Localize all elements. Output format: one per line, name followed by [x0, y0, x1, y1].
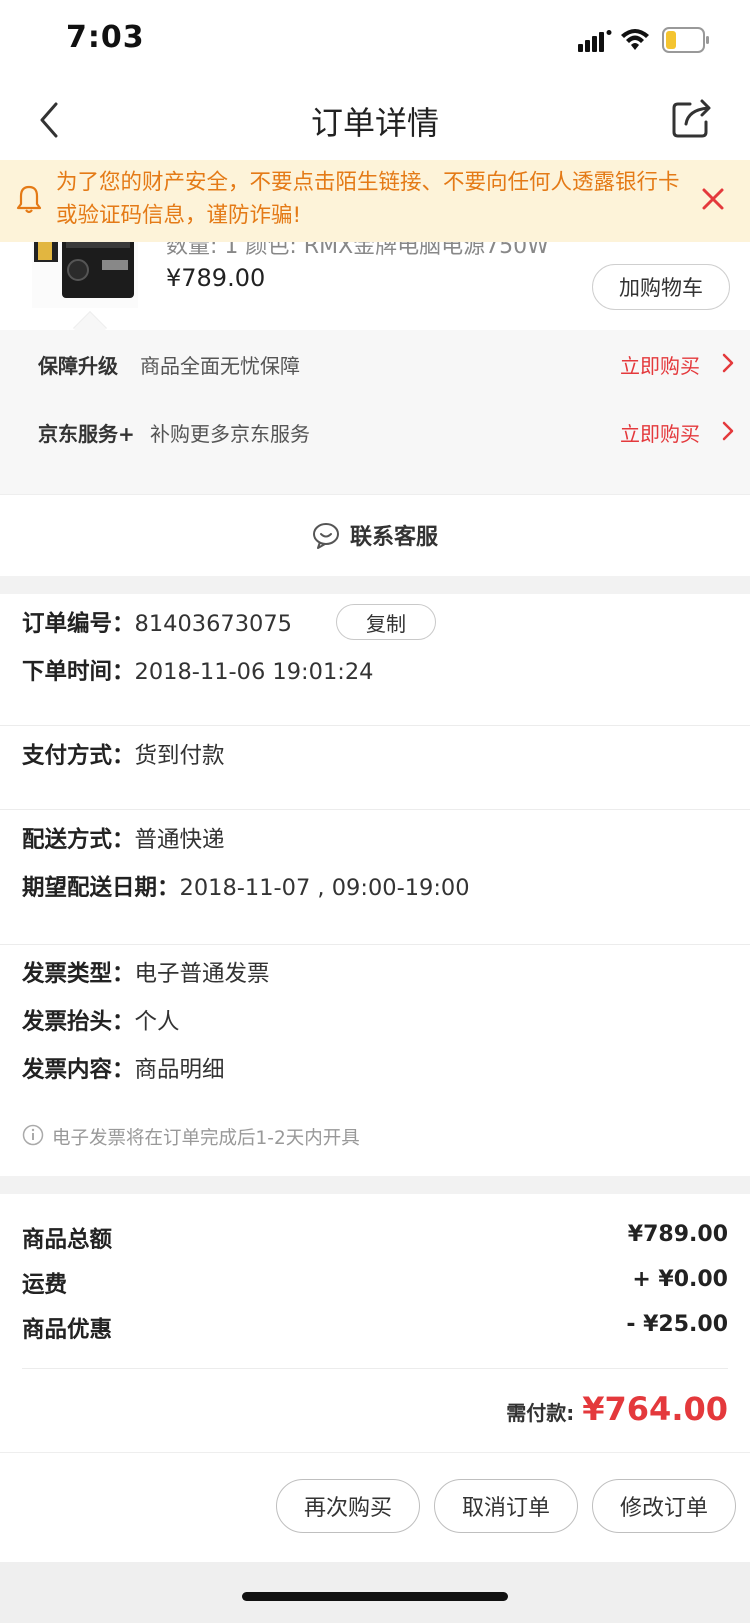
- nav-bar: 订单详情: [0, 80, 750, 160]
- goods-total-label: 商品总额: [22, 1227, 113, 1253]
- freight-label: 运费: [22, 1272, 68, 1298]
- invoice-title-value: 个人: [134, 1009, 180, 1035]
- invoice-title-row: 发票抬头：个人: [22, 1004, 180, 1036]
- close-icon[interactable]: [700, 186, 726, 212]
- amount-due-value: ¥764.00: [582, 1390, 728, 1428]
- chevron-right-icon: [722, 421, 734, 441]
- order-time-value: 2018-11-06 19:01:24: [134, 659, 374, 685]
- chevron-right-icon: [722, 353, 734, 373]
- shipping-method-row: 配送方式：普通快递: [22, 822, 225, 854]
- invoice-content-value: 商品明细: [134, 1057, 225, 1083]
- divider: [0, 809, 750, 810]
- shipping-method-value: 普通快递: [134, 827, 225, 853]
- divider: [22, 1368, 728, 1369]
- contact-service-label: 联系客服: [349, 525, 438, 550]
- order-number-value: 81403673075: [134, 611, 292, 637]
- copy-order-number-button[interactable]: 复制: [336, 604, 436, 640]
- home-indicator[interactable]: [242, 1592, 508, 1601]
- product-item: 数量: 1 颜色: RMX金牌电脑电源750W ¥789.00 加购物车: [0, 242, 750, 330]
- service-upgrades: 保障升级 商品全面无忧保障 立即购买 京东服务+ 补购更多京东服务 立即购买: [0, 330, 750, 494]
- service-row-protection[interactable]: 保障升级 商品全面无忧保障 立即购买: [0, 334, 750, 394]
- add-to-cart-button[interactable]: 加购物车: [592, 264, 730, 310]
- status-time: 7:03: [66, 20, 145, 55]
- invoice-content-label: 发票内容：: [22, 1057, 135, 1083]
- page-title: 订单详情: [310, 104, 439, 142]
- payment-method-label: 支付方式：: [22, 743, 135, 769]
- share-icon[interactable]: [670, 96, 714, 140]
- buy-now-link[interactable]: 立即购买: [620, 418, 700, 447]
- service-label: 保障升级: [38, 354, 118, 378]
- home-indicator-area: [0, 1562, 750, 1623]
- amount-due-label: 需付款:: [506, 1401, 575, 1425]
- buy-now-link[interactable]: 立即购买: [620, 350, 700, 379]
- invoice-type-value: 电子普通发票: [134, 961, 270, 987]
- notice-text: 为了您的财产安全，不要点击陌生链接、不要向任何人透露银行卡或验证码信息，谨防诈骗…: [56, 170, 680, 228]
- service-description: 补购更多京东服务: [150, 422, 310, 446]
- goods-total-value: ¥789.00: [627, 1222, 728, 1247]
- order-totals-card: 商品总额 ¥789.00 运费 + ¥0.00 商品优惠 - ¥25.00 需付…: [0, 1194, 750, 1452]
- bell-icon: [16, 185, 42, 214]
- service-label: 京东服务+: [38, 422, 135, 446]
- payment-method-row: 支付方式：货到付款: [22, 738, 225, 770]
- expected-delivery-row: 期望配送日期：2018-11-07 , 09:00-19:00: [22, 870, 470, 902]
- battery-icon: [662, 27, 709, 53]
- cellular-signal-icon: [578, 30, 612, 52]
- order-time-row: 下单时间：2018-11-06 19:01:24: [22, 654, 373, 686]
- invoice-type-row: 发票类型：电子普通发票: [22, 956, 270, 988]
- invoice-tip-text: 电子发票将在订单完成后1-2天内开具: [52, 1128, 360, 1149]
- cancel-order-button[interactable]: 取消订单: [434, 1479, 578, 1533]
- expected-delivery-value: 2018-11-07 , 09:00-19:00: [179, 875, 470, 901]
- chat-bubble-icon: [312, 523, 339, 549]
- contact-service-bar[interactable]: 联系客服: [0, 494, 750, 576]
- modify-order-button[interactable]: 修改订单: [592, 1479, 736, 1533]
- product-subtitle: 数量: 1 颜色: RMX金牌电脑电源750W: [166, 242, 549, 259]
- service-description: 商品全面无忧保障: [140, 354, 300, 378]
- divider: [0, 944, 750, 945]
- order-info-card: 订单编号：81403673075 复制 下单时间：2018-11-06 19:0…: [0, 594, 750, 1176]
- payment-method-value: 货到付款: [134, 743, 225, 769]
- rebuy-button[interactable]: 再次购买: [276, 1479, 420, 1533]
- invoice-title-label: 发票抬头：: [22, 1009, 135, 1035]
- product-price: ¥789.00: [166, 264, 266, 292]
- service-row-jd-plus[interactable]: 京东服务+ 补购更多京东服务 立即购买: [0, 402, 750, 462]
- divider: [0, 725, 750, 726]
- shipping-method-label: 配送方式：: [22, 827, 135, 853]
- amount-due-row: 需付款: ¥764.00: [506, 1390, 728, 1428]
- expected-delivery-label: 期望配送日期：: [22, 875, 180, 901]
- wifi-icon: [621, 29, 649, 50]
- discount-label: 商品优惠: [22, 1317, 113, 1343]
- order-number-label: 订单编号：: [22, 611, 135, 637]
- product-thumbnail[interactable]: [32, 242, 138, 308]
- security-notice-banner: 为了您的财产安全，不要点击陌生链接、不要向任何人透露银行卡或验证码信息，谨防诈骗…: [0, 160, 750, 242]
- order-number-row: 订单编号：81403673075: [22, 606, 292, 638]
- bottom-action-bar: 再次购买 取消订单 修改订单: [0, 1452, 750, 1562]
- info-icon: [22, 1124, 44, 1146]
- order-time-label: 下单时间：: [22, 659, 135, 685]
- freight-value: + ¥0.00: [632, 1267, 728, 1292]
- invoice-type-label: 发票类型：: [22, 961, 135, 987]
- discount-value: - ¥25.00: [626, 1312, 728, 1337]
- status-bar: 7:03: [0, 0, 750, 80]
- invoice-content-row: 发票内容：商品明细: [22, 1052, 225, 1084]
